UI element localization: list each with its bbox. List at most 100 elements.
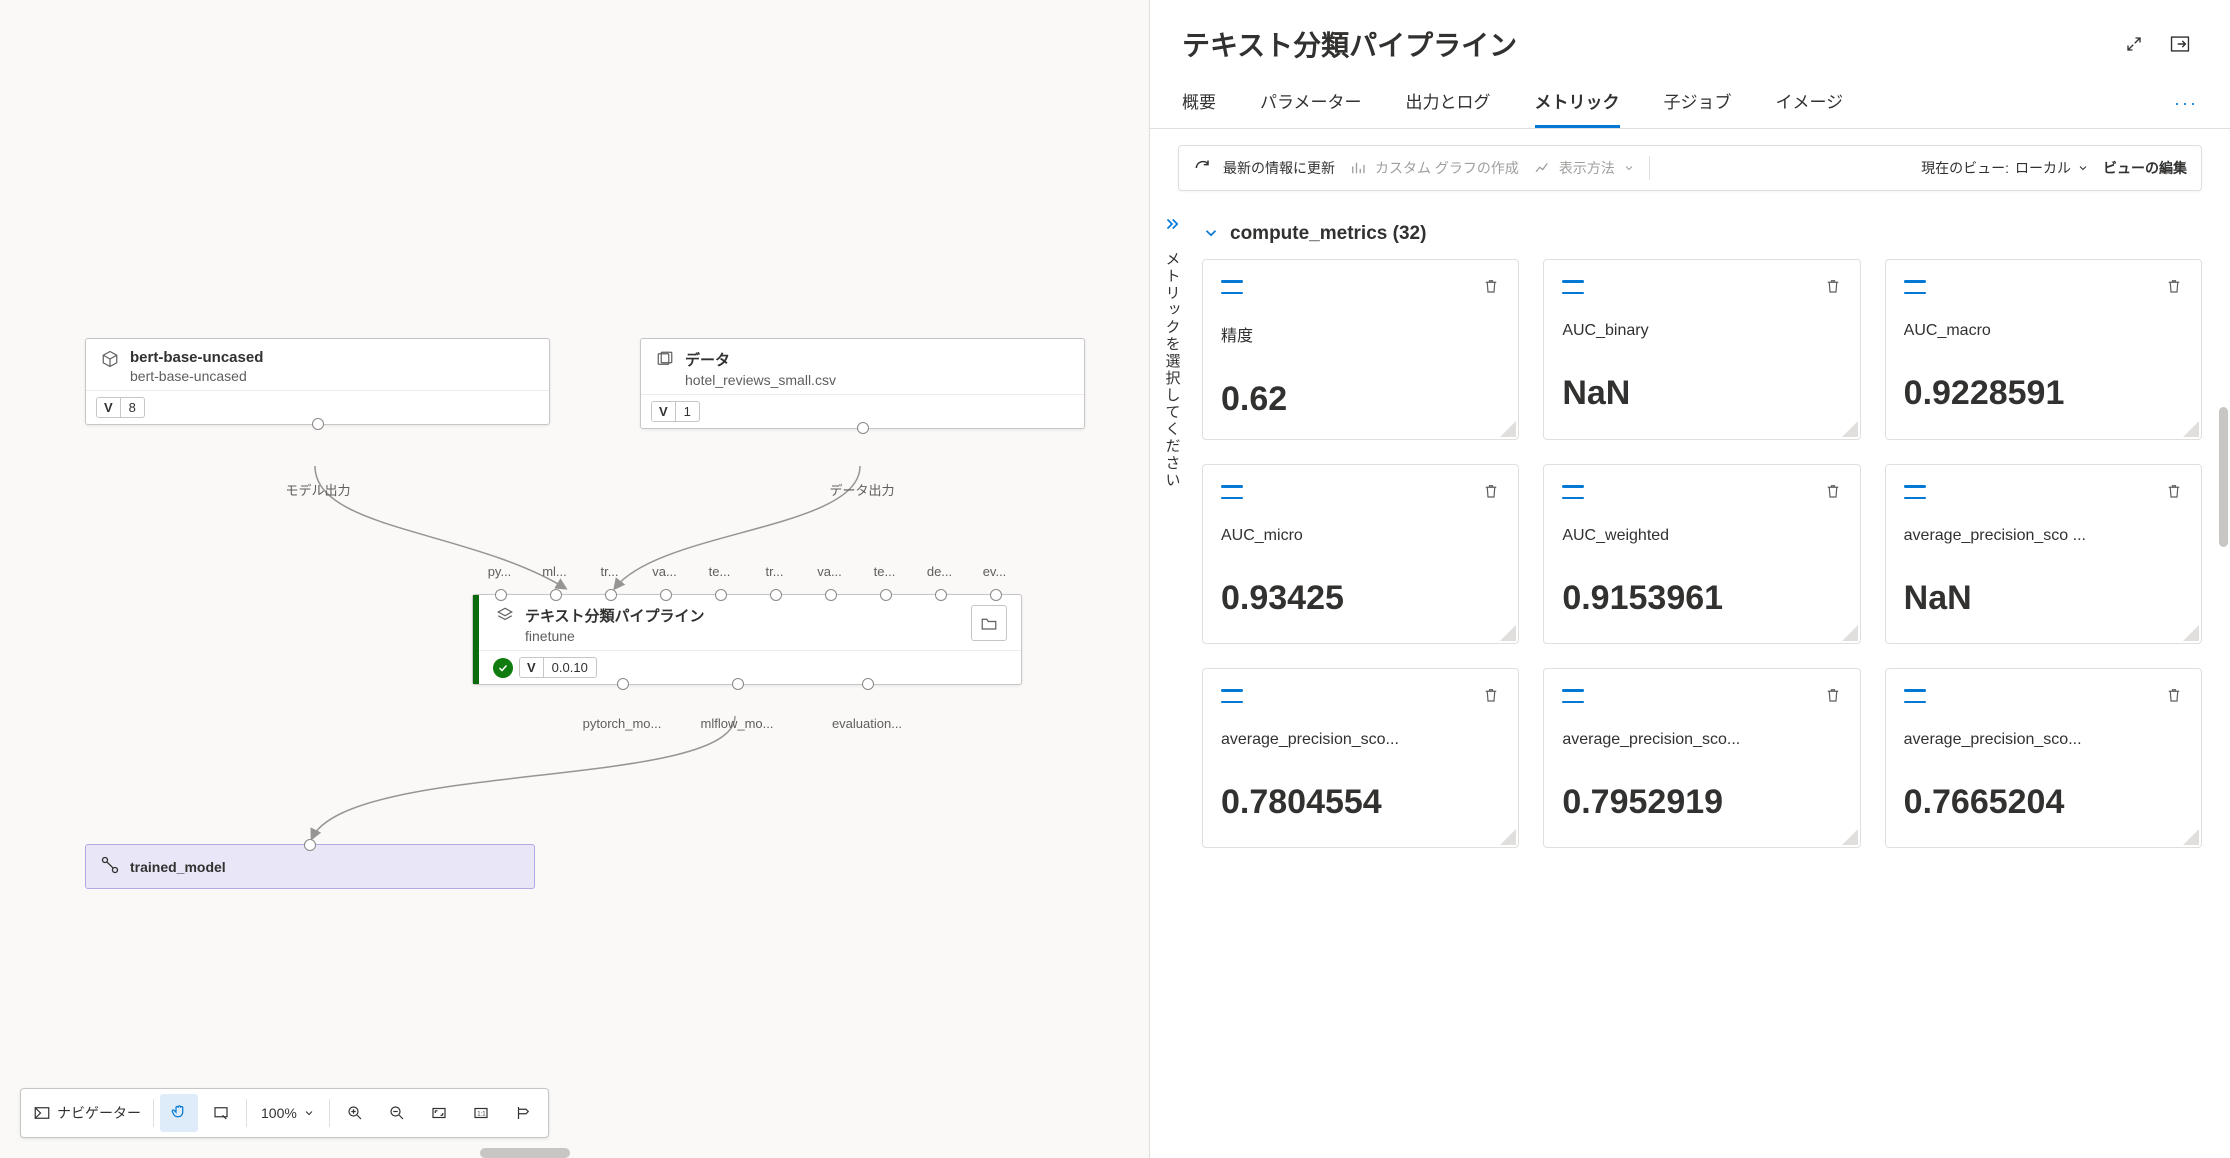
metric-card[interactable]: AUC_macro 0.9228591 [1885, 259, 2202, 440]
delete-card-button[interactable] [1824, 482, 1842, 503]
input-port[interactable] [550, 589, 562, 601]
panel-title: テキスト分類パイプライン [1182, 24, 2106, 64]
port-label: te... [709, 564, 731, 579]
expand-rail-button[interactable] [1163, 215, 1181, 239]
tab-3[interactable]: メトリック [1535, 88, 1620, 128]
navigator-button[interactable]: ナビゲーター [27, 1094, 147, 1132]
resize-corner-icon[interactable] [1842, 829, 1858, 845]
dataset-icon [655, 349, 675, 369]
zoom-in-button[interactable] [336, 1094, 374, 1132]
group-name: compute_metrics [1230, 223, 1387, 244]
tab-4[interactable]: 子ジョブ [1664, 88, 1732, 128]
resize-corner-icon[interactable] [2183, 421, 2199, 437]
zoom-select[interactable]: 100% [253, 1105, 323, 1121]
metrics-toolbar: 最新の情報に更新 カスタム グラフの作成 表示方法 現在のビュー: ローカル ビ… [1178, 145, 2202, 191]
resize-corner-icon[interactable] [1500, 421, 1516, 437]
resize-corner-icon[interactable] [1842, 625, 1858, 641]
delete-card-button[interactable] [1482, 686, 1500, 707]
output-port[interactable] [312, 418, 324, 430]
resize-corner-icon[interactable] [2183, 829, 2199, 845]
node-bert[interactable]: bert-base-uncased bert-base-uncased V8 [85, 338, 550, 425]
input-port[interactable] [990, 589, 1002, 601]
metric-card[interactable]: 精度 0.62 [1202, 259, 1519, 440]
delete-card-button[interactable] [1824, 686, 1842, 707]
input-port[interactable] [715, 589, 727, 601]
metric-card[interactable]: average_precision_sco... 0.7665204 [1885, 668, 2202, 848]
tab-1[interactable]: パラメーター [1260, 88, 1362, 128]
metric-card[interactable]: average_precision_sco... 0.7952919 [1543, 668, 1860, 848]
metric-name: average_precision_sco ... [1904, 527, 2183, 545]
edit-view-button[interactable]: ビューの編集 [2103, 158, 2187, 178]
metric-card[interactable]: average_precision_sco ... NaN [1885, 464, 2202, 644]
close-panel-button[interactable] [2162, 26, 2198, 62]
drag-handle-icon[interactable] [1562, 485, 1584, 499]
input-port[interactable] [770, 589, 782, 601]
drag-handle-icon[interactable] [1904, 689, 1926, 703]
actual-size-button[interactable]: 1:1 [462, 1094, 500, 1132]
resize-corner-icon[interactable] [1500, 625, 1516, 641]
horizontal-scrollbar[interactable] [480, 1148, 570, 1158]
input-port[interactable] [935, 589, 947, 601]
resize-corner-icon[interactable] [1842, 421, 1858, 437]
metric-name: AUC_binary [1562, 322, 1841, 340]
refresh-button[interactable]: 最新の情報に更新 [1193, 158, 1335, 178]
metric-cards-grid: 精度 0.62 AUC_binary NaN AUC_macro 0.92285… [1202, 259, 2202, 848]
output-port[interactable] [732, 678, 744, 690]
tab-2[interactable]: 出力とログ [1406, 88, 1491, 128]
collapse-group-button[interactable] [1202, 224, 1220, 245]
input-port[interactable] [304, 839, 316, 851]
metric-value: 0.7952919 [1562, 783, 1841, 822]
fit-screen-button[interactable] [420, 1094, 458, 1132]
output-port[interactable] [617, 678, 629, 690]
input-port[interactable] [825, 589, 837, 601]
delete-card-button[interactable] [1824, 277, 1842, 298]
zoom-out-button[interactable] [378, 1094, 416, 1132]
metrics-area[interactable]: compute_metrics (32) 精度 0.62 AUC_binary … [1194, 207, 2230, 1158]
auto-layout-button[interactable] [504, 1094, 542, 1132]
vertical-scrollbar[interactable] [2219, 407, 2228, 547]
more-tabs-button[interactable]: ··· [2174, 93, 2198, 124]
node-pipeline[interactable]: テキスト分類パイプライン finetune V0.0.10 [472, 594, 1022, 685]
pan-tool-button[interactable] [160, 1094, 198, 1132]
expand-panel-button[interactable] [2116, 26, 2152, 62]
output-port[interactable] [862, 678, 874, 690]
output-port[interactable] [857, 422, 869, 434]
drag-handle-icon[interactable] [1562, 280, 1584, 294]
node-trained-model[interactable]: trained_model [85, 844, 535, 889]
drag-handle-icon[interactable] [1904, 280, 1926, 294]
tab-0[interactable]: 概要 [1182, 88, 1216, 128]
delete-card-button[interactable] [1482, 482, 1500, 503]
input-port[interactable] [495, 589, 507, 601]
metric-card[interactable]: average_precision_sco... 0.7804554 [1202, 668, 1519, 848]
delete-card-button[interactable] [2165, 686, 2183, 707]
metric-card[interactable]: AUC_binary NaN [1543, 259, 1860, 440]
port-label: モデル出力 [285, 480, 350, 499]
drag-handle-icon[interactable] [1221, 280, 1243, 294]
port-label: mlflow_mo... [701, 716, 774, 731]
drag-handle-icon[interactable] [1562, 689, 1584, 703]
delete-card-button[interactable] [2165, 277, 2183, 298]
input-port[interactable] [880, 589, 892, 601]
input-port[interactable] [660, 589, 672, 601]
resize-corner-icon[interactable] [2183, 625, 2199, 641]
node-data[interactable]: データ hotel_reviews_small.csv V1 [640, 338, 1085, 429]
tab-5[interactable]: イメージ [1776, 88, 1844, 128]
node-subtitle: hotel_reviews_small.csv [685, 372, 836, 388]
metric-card[interactable]: AUC_micro 0.93425 [1202, 464, 1519, 644]
pipeline-canvas[interactable]: bert-base-uncased bert-base-uncased V8 モ… [0, 0, 1150, 1158]
port-label: py... [488, 564, 512, 579]
current-view-select[interactable]: 現在のビュー: ローカル [1921, 158, 2089, 178]
drag-handle-icon[interactable] [1904, 485, 1926, 499]
delete-card-button[interactable] [1482, 277, 1500, 298]
delete-card-button[interactable] [2165, 482, 2183, 503]
input-port[interactable] [605, 589, 617, 601]
metric-card[interactable]: AUC_weighted 0.9153961 [1543, 464, 1860, 644]
metric-name: AUC_micro [1221, 527, 1500, 545]
drag-handle-icon[interactable] [1221, 485, 1243, 499]
drag-handle-icon[interactable] [1221, 689, 1243, 703]
open-folder-button[interactable] [971, 605, 1007, 641]
selection-tool-button[interactable] [202, 1094, 240, 1132]
port-label: de... [927, 564, 952, 579]
resize-corner-icon[interactable] [1500, 829, 1516, 845]
metric-name: AUC_weighted [1562, 527, 1841, 545]
